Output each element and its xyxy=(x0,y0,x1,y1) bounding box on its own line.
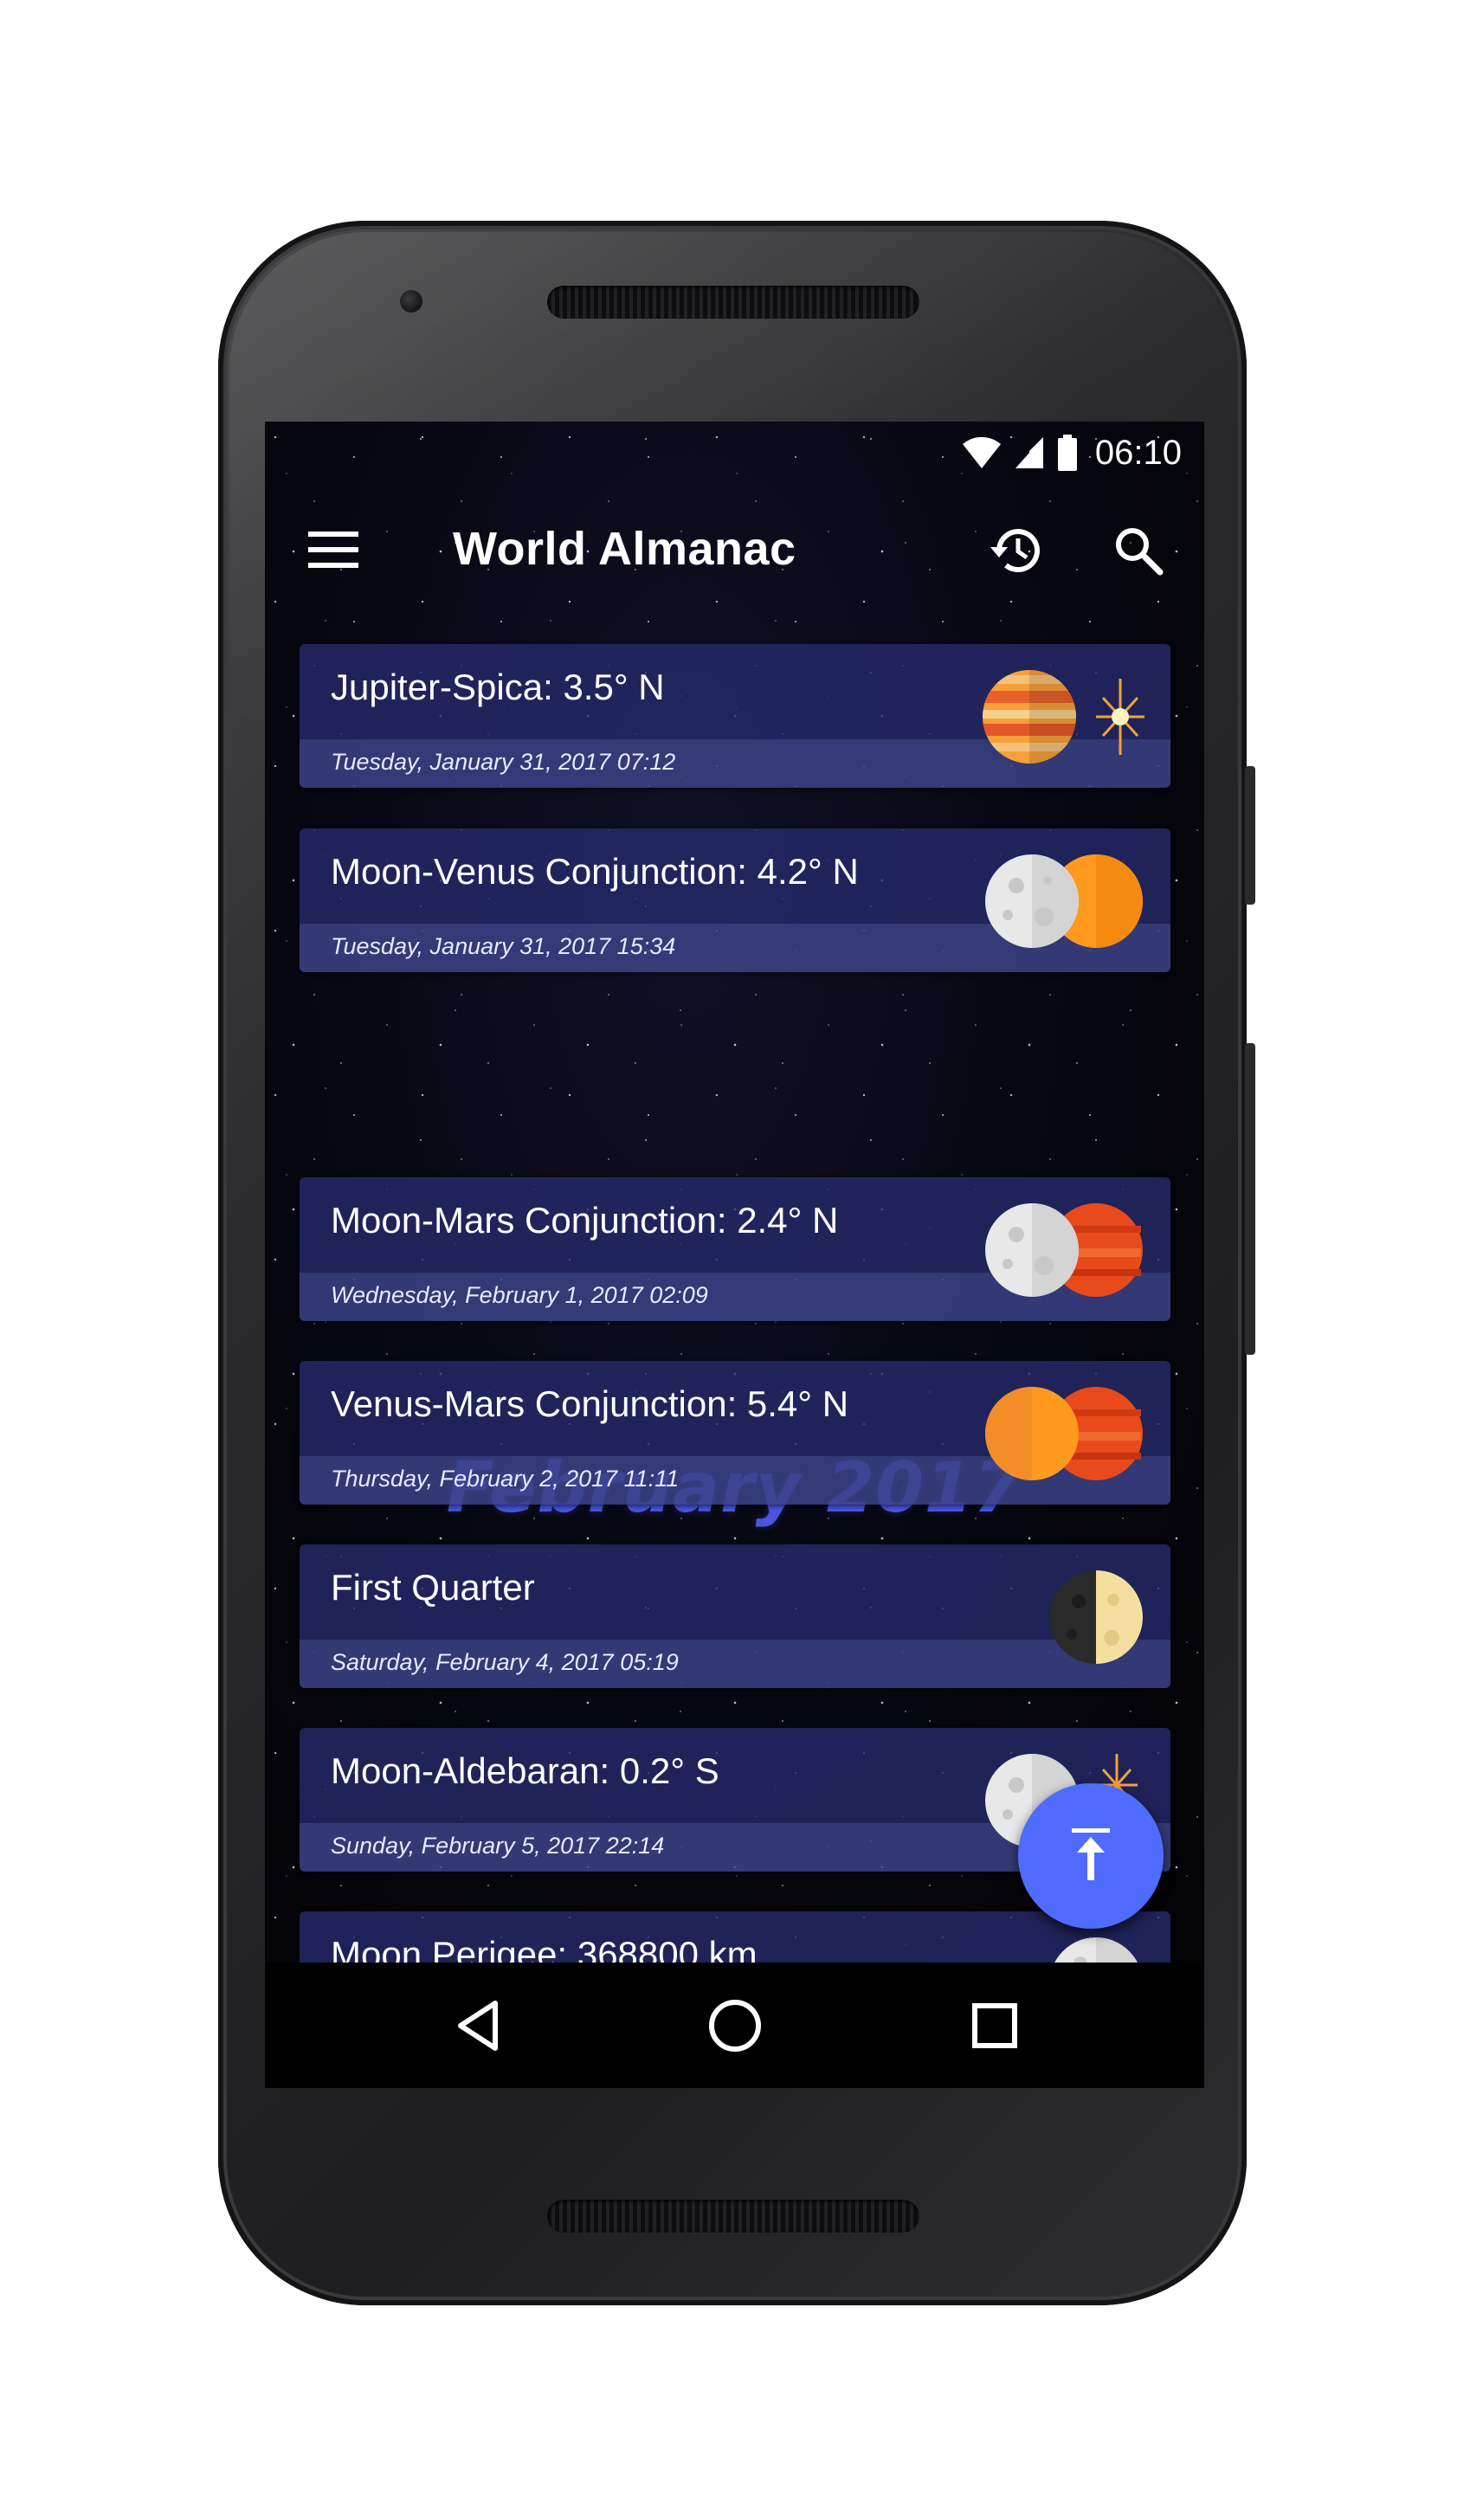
moon-venus-icon xyxy=(982,851,1146,951)
event-card[interactable]: Moon Perigee: 368800 km xyxy=(300,1911,1170,1963)
volume-button xyxy=(1245,1043,1255,1355)
venus-mars-icon xyxy=(982,1383,1146,1484)
status-bar: 06:10 xyxy=(265,422,1204,484)
event-date: Saturday, February 4, 2017 05:19 xyxy=(331,1649,679,1675)
event-date: Wednesday, February 1, 2017 02:09 xyxy=(331,1282,708,1308)
event-date: Tuesday, January 31, 2017 15:34 xyxy=(331,933,676,959)
event-date: Thursday, February 2, 2017 11:11 xyxy=(331,1466,680,1492)
signal-icon xyxy=(1014,435,1045,470)
front-camera xyxy=(400,290,422,313)
recents-square-icon[interactable] xyxy=(957,1988,1032,2063)
event-list[interactable]: Jupiter-Spica: 3.5° N Tuesday, January 3… xyxy=(265,422,1204,1963)
back-triangle-icon[interactable] xyxy=(441,1988,515,2063)
power-button xyxy=(1245,766,1255,905)
event-date: Sunday, February 5, 2017 22:14 xyxy=(331,1833,665,1859)
app-title: World Almanac xyxy=(453,523,796,575)
event-date: Tuesday, January 31, 2017 07:12 xyxy=(331,749,676,775)
event-card[interactable]: First Quarter Saturday, February 4, 2017… xyxy=(300,1544,1170,1688)
event-title: Moon-Aldebaran: 0.2° S xyxy=(331,1750,719,1791)
event-card[interactable]: Moon-Mars Conjunction: 2.4° N Wednesday,… xyxy=(300,1177,1170,1321)
event-title: First Quarter xyxy=(331,1567,535,1608)
event-card[interactable]: Venus-Mars Conjunction: 5.4° N Thursday,… xyxy=(300,1361,1170,1505)
event-title: Moon-Mars Conjunction: 2.4° N xyxy=(331,1200,839,1241)
menu-icon[interactable] xyxy=(306,523,360,577)
search-icon[interactable] xyxy=(1109,521,1168,580)
app-bar: World Almanac xyxy=(265,484,1204,614)
navigation-bar xyxy=(265,1963,1204,2088)
event-title: Moon-Venus Conjunction: 4.2° N xyxy=(331,851,859,892)
top-speaker xyxy=(547,286,919,319)
jupiter-star-icon xyxy=(982,667,1146,767)
space-background: Jupiter-Spica: 3.5° N Tuesday, January 3… xyxy=(265,422,1204,1963)
event-title: Venus-Mars Conjunction: 5.4° N xyxy=(331,1383,849,1424)
battery-icon xyxy=(1057,435,1078,471)
event-title: Jupiter-Spica: 3.5° N xyxy=(331,667,665,707)
event-card[interactable]: Jupiter-Spica: 3.5° N Tuesday, January 3… xyxy=(300,644,1170,788)
scroll-to-top-button[interactable] xyxy=(1018,1783,1164,1929)
history-icon[interactable] xyxy=(985,521,1044,580)
wifi-icon xyxy=(962,435,1002,470)
status-clock: 06:10 xyxy=(1094,433,1182,472)
moon-icon xyxy=(982,1934,1146,1963)
event-title: Moon Perigee: 368800 km xyxy=(331,1934,758,1963)
home-circle-icon[interactable] xyxy=(698,1988,772,2063)
first-quarter-moon-icon xyxy=(982,1567,1146,1667)
scroll-to-top-icon xyxy=(1067,1827,1115,1886)
screen: Jupiter-Spica: 3.5° N Tuesday, January 3… xyxy=(265,422,1204,2088)
moon-mars-icon xyxy=(982,1200,1146,1300)
event-card[interactable]: Moon-Venus Conjunction: 4.2° N Tuesday, … xyxy=(300,828,1170,972)
bottom-speaker xyxy=(547,2200,919,2233)
